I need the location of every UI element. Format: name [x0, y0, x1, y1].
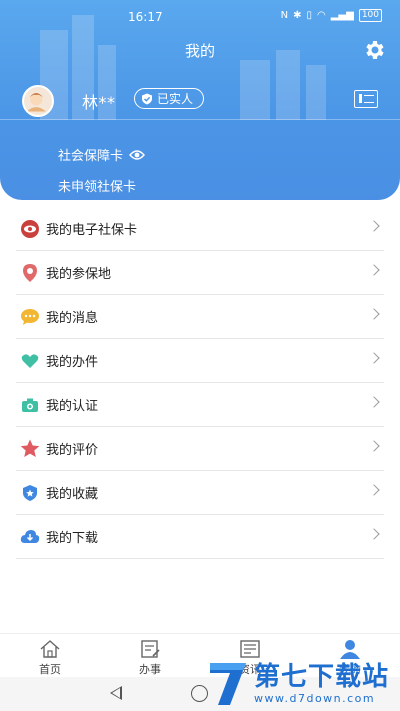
back-triangle-icon[interactable] [110, 686, 122, 700]
social-security-card-row[interactable]: 社会保障卡 [58, 145, 145, 164]
shield-check-icon [142, 93, 152, 104]
status-time: 16:17 [128, 10, 163, 24]
nav-label: 办事 [139, 663, 161, 676]
watermark: 第七下载站 www.d7down.com [206, 656, 400, 711]
menu-item-messages[interactable]: 我的消息 [16, 295, 384, 339]
chevron-right-icon [368, 484, 380, 496]
avatar[interactable] [22, 85, 54, 117]
eye-icon[interactable] [129, 149, 145, 161]
status-icons: N ✱ ▯ ◠ ▂▄▆ 100 [281, 9, 382, 22]
menu-label: 我的认证 [46, 399, 99, 414]
card-label: 社会保障卡 [58, 149, 124, 164]
vibrate-icon: ▯ [306, 10, 312, 21]
chevron-right-icon [368, 308, 380, 320]
star-icon [20, 439, 40, 459]
signal-icon: ▂▄▆ [330, 10, 354, 21]
chevron-right-icon [368, 264, 380, 276]
card-status: 未申领社保卡 [58, 180, 137, 195]
camera-icon [20, 395, 40, 415]
chevron-right-icon [368, 528, 380, 540]
gear-icon[interactable] [362, 38, 386, 62]
menu-label: 我的消息 [46, 311, 99, 326]
bluetooth-icon: ✱ [293, 10, 302, 21]
nav-item-home[interactable]: 首页 [0, 634, 100, 677]
id-card-icon[interactable] [354, 90, 378, 108]
d7-logo-icon [210, 662, 246, 705]
menu-item-reviews[interactable]: 我的评价 [16, 427, 384, 471]
document-edit-icon [141, 640, 160, 658]
chevron-right-icon [368, 220, 380, 232]
verified-badge: 已实人 [134, 88, 205, 109]
nfc-icon: N [280, 10, 289, 21]
watermark-name: 第七下载站 [254, 662, 390, 692]
menu-label: 我的评价 [46, 443, 99, 458]
chevron-right-icon [368, 440, 380, 452]
shield-star-icon [20, 483, 40, 503]
page-title: 我的 [184, 42, 215, 60]
chevron-right-icon [368, 352, 380, 364]
menu-label: 我的收藏 [46, 487, 99, 502]
watermark-url: www.d7down.com [254, 692, 376, 705]
message-icon [20, 307, 40, 327]
wifi-icon: ◠ [317, 10, 326, 21]
chevron-right-icon [368, 396, 380, 408]
menu-label: 我的办件 [46, 355, 99, 370]
menu-label: 我的下载 [46, 531, 99, 546]
menu-label: 我的参保地 [46, 267, 112, 282]
menu-item-electronic-card[interactable]: 我的电子社保卡 [16, 207, 384, 251]
menu-item-authentication[interactable]: 我的认证 [16, 383, 384, 427]
nav-label: 首页 [39, 663, 61, 676]
menu-item-cases[interactable]: 我的办件 [16, 339, 384, 383]
cloud-download-icon [20, 527, 40, 547]
location-pin-icon [20, 263, 40, 283]
heart-icon [20, 351, 40, 371]
profile-header: 16:17 N ✱ ▯ ◠ ▂▄▆ 100 我的 林** 已实人 社会保障卡 未… [0, 0, 400, 200]
menu-item-favorites[interactable]: 我的收藏 [16, 471, 384, 515]
menu-label: 我的电子社保卡 [46, 223, 138, 238]
header-divider [0, 119, 400, 120]
verified-label: 已实人 [157, 92, 194, 106]
avatar-image [26, 93, 46, 112]
social-security-card-icon [20, 219, 40, 239]
username: 林** [82, 93, 116, 112]
battery-icon: 100 [358, 9, 382, 22]
profile-menu: 我的电子社保卡 我的参保地 我的消息 我的办件 我的认证 我的评价 我的收藏 我… [16, 207, 384, 559]
home-icon [40, 640, 60, 658]
status-bar: 16:17 N ✱ ▯ ◠ ▂▄▆ 100 [0, 6, 400, 28]
nav-item-services[interactable]: 办事 [100, 634, 200, 677]
menu-item-downloads[interactable]: 我的下载 [16, 515, 384, 559]
menu-item-insured-location[interactable]: 我的参保地 [16, 251, 384, 295]
